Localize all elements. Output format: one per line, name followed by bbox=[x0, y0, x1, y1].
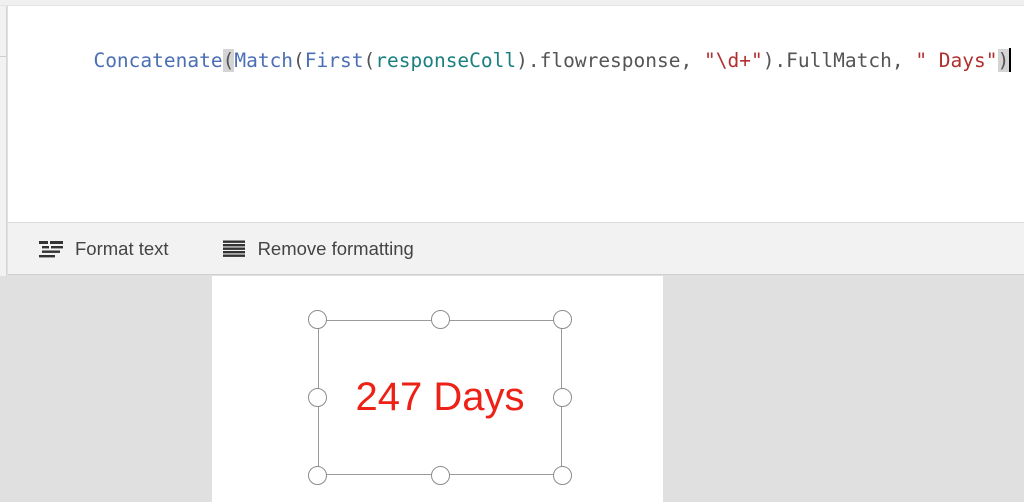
formula-token-fullmatch: ).FullMatch, bbox=[762, 49, 916, 72]
resize-handle-middle-right[interactable] bbox=[553, 388, 572, 407]
resize-handle-top-right[interactable] bbox=[553, 310, 572, 329]
format-text-label: Format text bbox=[75, 237, 169, 259]
formula-token-first-fn: First bbox=[304, 49, 364, 72]
formula-token-property: ).flowresponse, bbox=[516, 49, 704, 72]
format-text-icon bbox=[38, 239, 64, 259]
formatting-toolbar: Format text Remove formatting bbox=[8, 223, 1024, 275]
formula-token-close-paren-highlight: ) bbox=[997, 49, 1010, 72]
selected-label-control[interactable]: 247 Days bbox=[308, 310, 572, 485]
remove-formatting-label: Remove formatting bbox=[257, 237, 414, 259]
text-caret bbox=[1009, 48, 1012, 72]
formula-editor[interactable]: Concatenate(Match(First(responseColl).fl… bbox=[8, 6, 1024, 223]
resize-handle-top-left[interactable] bbox=[308, 310, 327, 329]
formula-token-paren-2: ( bbox=[363, 49, 376, 72]
resize-handle-middle-left[interactable] bbox=[308, 388, 327, 407]
resize-handle-bottom-center[interactable] bbox=[431, 466, 450, 485]
formula-text[interactable]: Concatenate(Match(First(responseColl).fl… bbox=[23, 22, 1012, 100]
powerapps-editor: Concatenate(Match(First(responseColl).fl… bbox=[0, 0, 1024, 502]
resize-handle-bottom-left[interactable] bbox=[308, 466, 327, 485]
gutter-tick bbox=[0, 56, 6, 57]
formula-token-regex-string: "\d+" bbox=[703, 49, 763, 72]
formula-token-days-string: " Days" bbox=[915, 49, 998, 72]
label-text: 247 Days bbox=[355, 375, 525, 419]
formula-token-paren: ( bbox=[293, 49, 305, 72]
resize-handle-top-center[interactable] bbox=[431, 310, 450, 329]
remove-formatting-button[interactable]: Remove formatting bbox=[213, 234, 422, 264]
formula-token-identifier: responseColl bbox=[375, 49, 517, 72]
formula-token-match-fn: Match bbox=[234, 49, 294, 72]
formula-bar-gutter bbox=[0, 6, 7, 276]
format-text-button[interactable]: Format text bbox=[30, 234, 177, 264]
resize-handle-bottom-right[interactable] bbox=[553, 466, 572, 485]
formula-token-function: Concatenate bbox=[93, 49, 223, 72]
remove-formatting-icon bbox=[221, 239, 247, 259]
formula-token-open-paren-highlight: ( bbox=[222, 49, 235, 72]
